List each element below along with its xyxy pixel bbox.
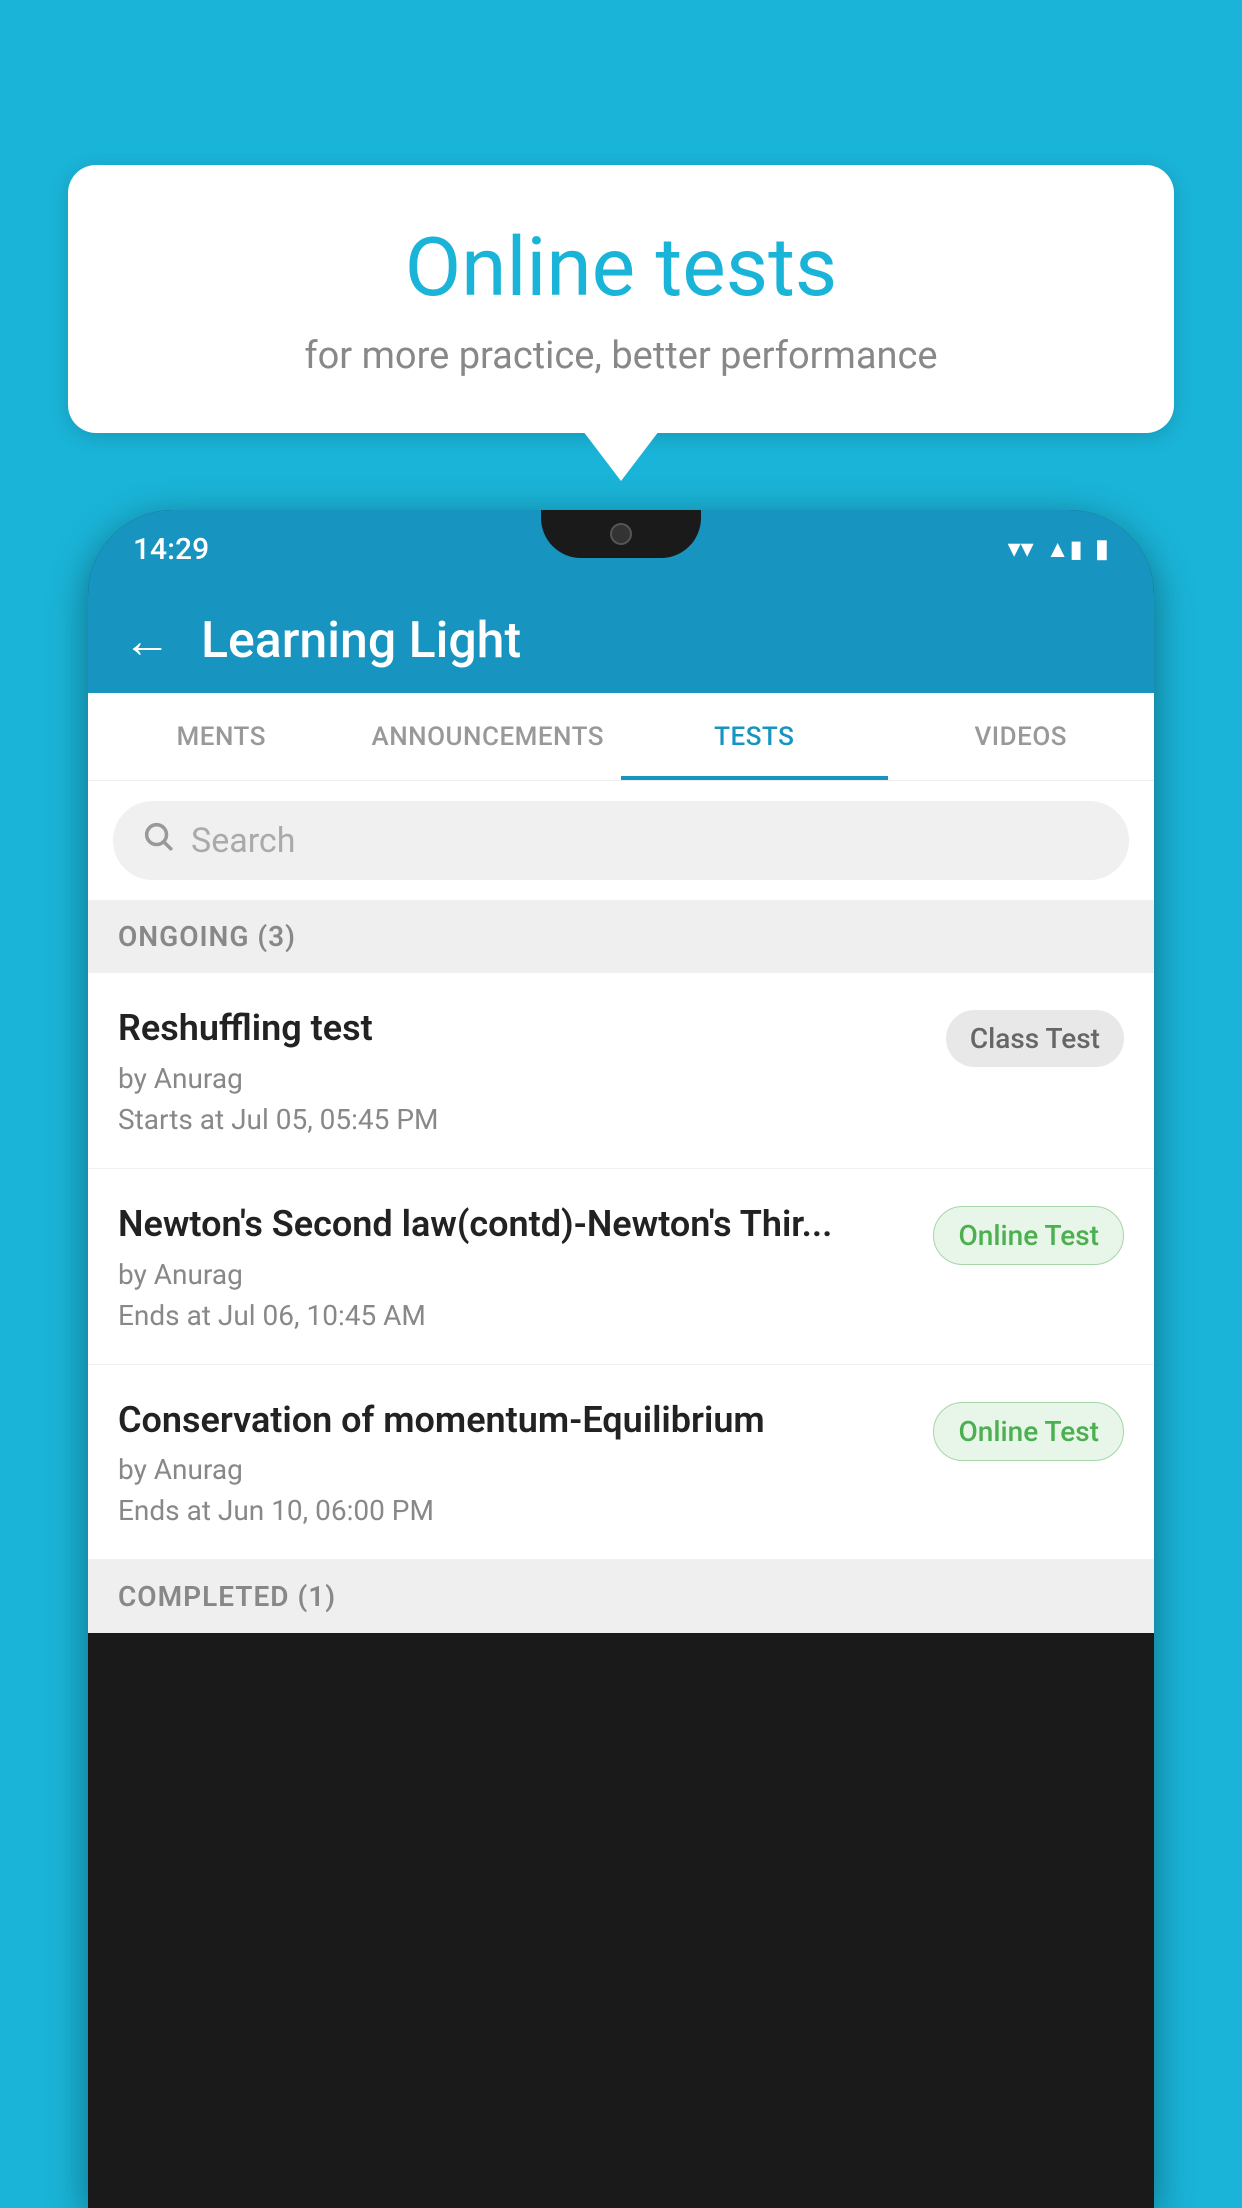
completed-section-header: COMPLETED (1) xyxy=(88,1560,1154,1633)
battery-icon: ▮ xyxy=(1095,534,1109,564)
tab-ments[interactable]: MENTS xyxy=(88,693,355,780)
test-badge-online: Online Test xyxy=(933,1402,1124,1461)
signal-icon: ▲▮ xyxy=(1046,535,1083,564)
status-icons: ▾▾ ▲▮ ▮ xyxy=(1008,534,1109,564)
bubble-title: Online tests xyxy=(128,220,1114,316)
speech-bubble: Online tests for more practice, better p… xyxy=(68,165,1174,433)
wifi-icon: ▾▾ xyxy=(1008,534,1034,564)
test-name: Conservation of momentum-Equilibrium xyxy=(118,1397,913,1444)
test-item[interactable]: Conservation of momentum-Equilibrium by … xyxy=(88,1365,1154,1561)
search-placeholder: Search xyxy=(191,821,295,861)
test-item[interactable]: Reshuffling test by Anurag Starts at Jul… xyxy=(88,973,1154,1169)
tabs-bar: MENTS ANNOUNCEMENTS TESTS VIDEOS xyxy=(88,693,1154,781)
test-info: Reshuffling test by Anurag Starts at Jul… xyxy=(118,1005,926,1136)
tab-videos[interactable]: VIDEOS xyxy=(888,693,1155,780)
bubble-subtitle: for more practice, better performance xyxy=(128,334,1114,378)
test-name: Reshuffling test xyxy=(118,1005,926,1052)
phone-frame: 14:29 ▾▾ ▲▮ ▮ ← Learning Light MENTS ANN… xyxy=(88,510,1154,2208)
search-icon xyxy=(141,819,175,862)
test-info: Newton's Second law(contd)-Newton's Thir… xyxy=(118,1201,913,1332)
test-author: by Anurag xyxy=(118,1453,913,1486)
test-item[interactable]: Newton's Second law(contd)-Newton's Thir… xyxy=(88,1169,1154,1365)
status-time: 14:29 xyxy=(133,532,209,567)
test-name: Newton's Second law(contd)-Newton's Thir… xyxy=(118,1201,913,1248)
phone-content: Search ONGOING (3) Reshuffling test by A… xyxy=(88,781,1154,1633)
back-button[interactable]: ← xyxy=(123,617,171,665)
test-info: Conservation of momentum-Equilibrium by … xyxy=(118,1397,913,1528)
search-bar[interactable]: Search xyxy=(113,801,1129,880)
test-date: Ends at Jun 10, 06:00 PM xyxy=(118,1494,913,1527)
app-header: ← Learning Light xyxy=(88,588,1154,693)
test-badge-class: Class Test xyxy=(946,1010,1124,1067)
tab-announcements[interactable]: ANNOUNCEMENTS xyxy=(355,693,622,780)
test-date: Ends at Jul 06, 10:45 AM xyxy=(118,1299,913,1332)
notch xyxy=(541,510,701,558)
test-badge-online: Online Test xyxy=(933,1206,1124,1265)
status-bar: 14:29 ▾▾ ▲▮ ▮ xyxy=(88,510,1154,588)
search-container: Search xyxy=(88,781,1154,900)
app-title: Learning Light xyxy=(201,612,521,670)
test-author: by Anurag xyxy=(118,1258,913,1291)
ongoing-section-header: ONGOING (3) xyxy=(88,900,1154,973)
camera xyxy=(610,523,632,545)
test-date: Starts at Jul 05, 05:45 PM xyxy=(118,1103,926,1136)
test-author: by Anurag xyxy=(118,1062,926,1095)
completed-section-title: COMPLETED (1) xyxy=(118,1580,336,1613)
test-list: Reshuffling test by Anurag Starts at Jul… xyxy=(88,973,1154,1560)
ongoing-section-title: ONGOING (3) xyxy=(118,920,296,953)
tab-tests[interactable]: TESTS xyxy=(621,693,888,780)
